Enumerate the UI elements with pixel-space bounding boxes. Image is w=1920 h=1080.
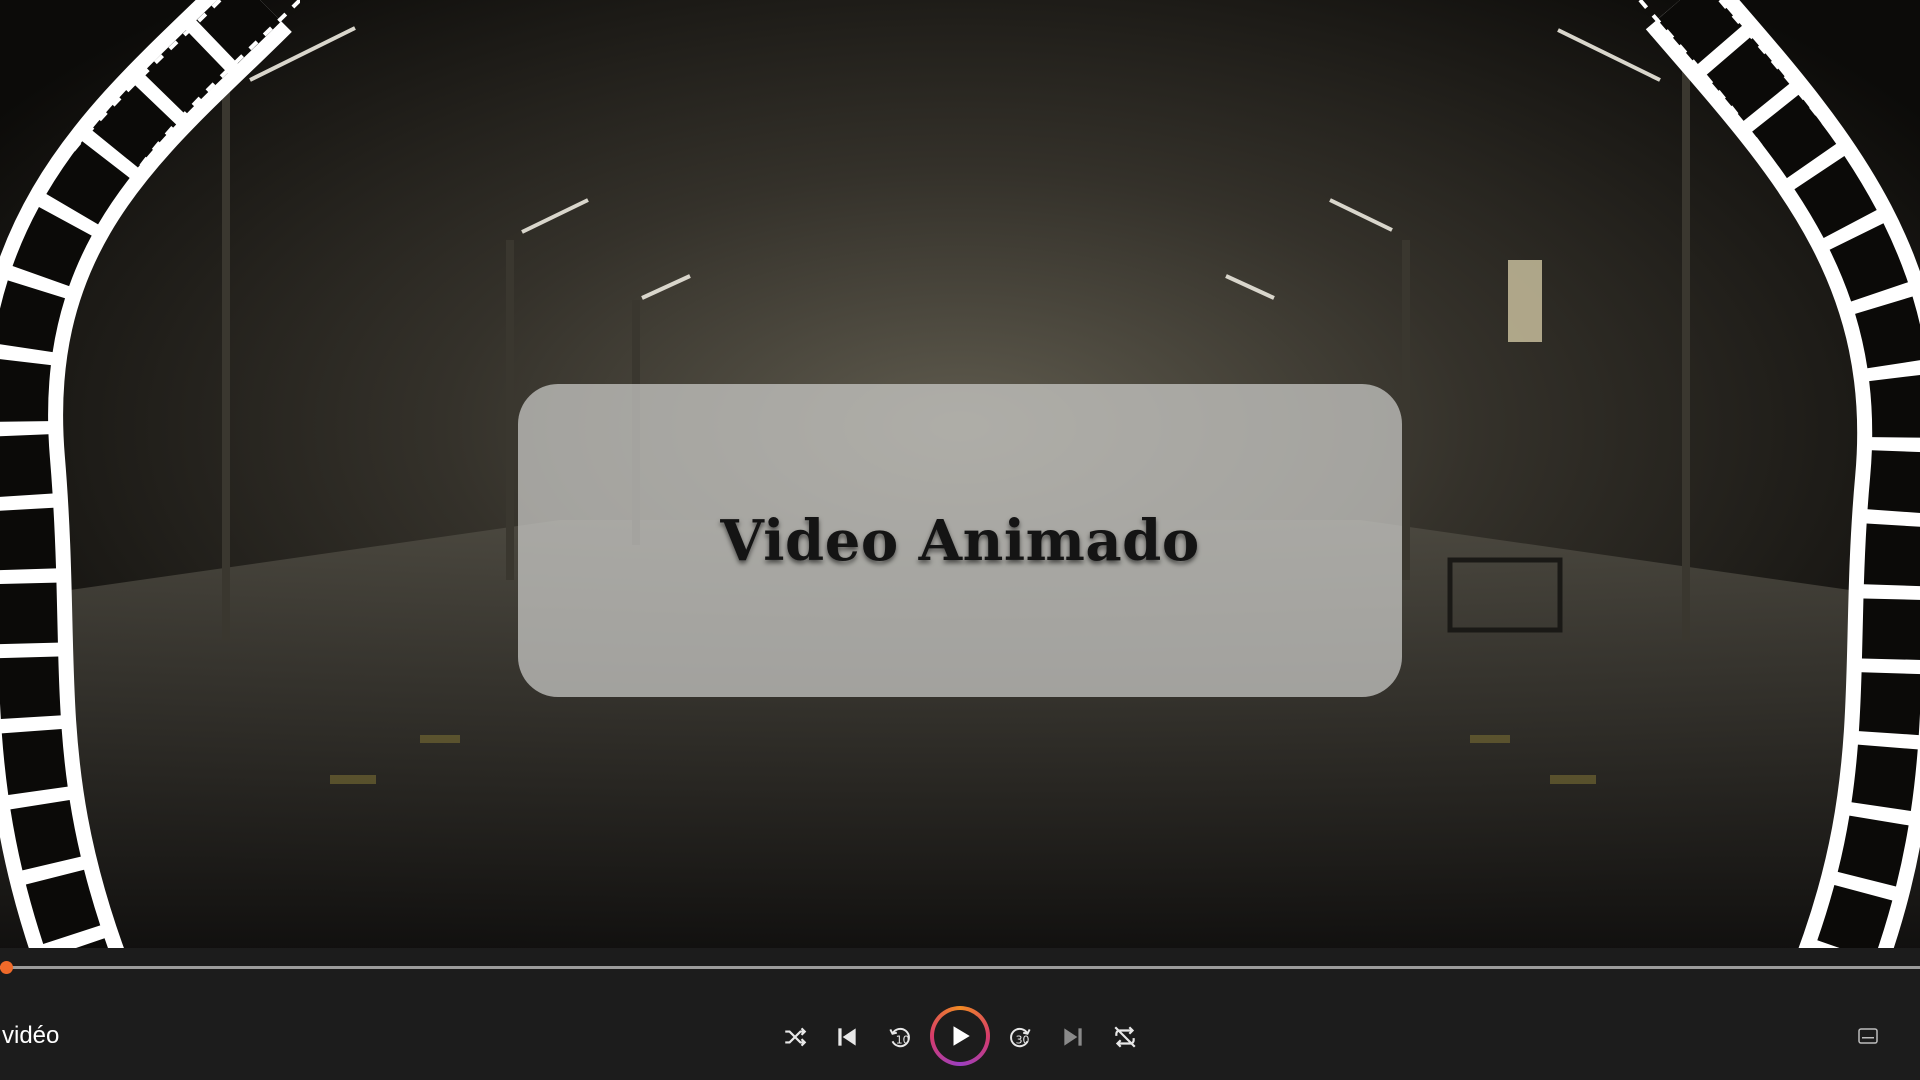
play-button[interactable] [930, 1006, 990, 1066]
video-title-text: Video Animado [720, 507, 1200, 574]
seek-bar[interactable] [0, 966, 1920, 969]
shuffle-button[interactable] [778, 1020, 812, 1054]
skip-next-icon [1064, 1028, 1082, 1046]
seek-thumb[interactable] [0, 961, 13, 974]
previous-button[interactable] [830, 1020, 864, 1054]
next-button[interactable] [1056, 1020, 1090, 1054]
title-card: Video Animado [518, 384, 1402, 697]
playback-controls: 10 30 [778, 1006, 1142, 1068]
captions-icon[interactable] [1858, 1028, 1878, 1044]
skip-previous-icon [838, 1028, 856, 1046]
rewind-button[interactable]: 10 [882, 1020, 916, 1054]
rewind-icon: 10 [889, 1027, 910, 1048]
svg-text:30: 30 [1016, 1034, 1030, 1047]
play-icon [953, 1026, 970, 1046]
repeat-button[interactable] [1108, 1020, 1142, 1054]
svg-text:10: 10 [896, 1034, 910, 1047]
media-title: vidéo [2, 1022, 60, 1049]
shuffle-icon [785, 1027, 807, 1047]
forward-button[interactable]: 30 [1004, 1020, 1038, 1054]
repeat-off-icon [1114, 1026, 1136, 1048]
fast-forward-icon: 30 [1010, 1027, 1031, 1048]
